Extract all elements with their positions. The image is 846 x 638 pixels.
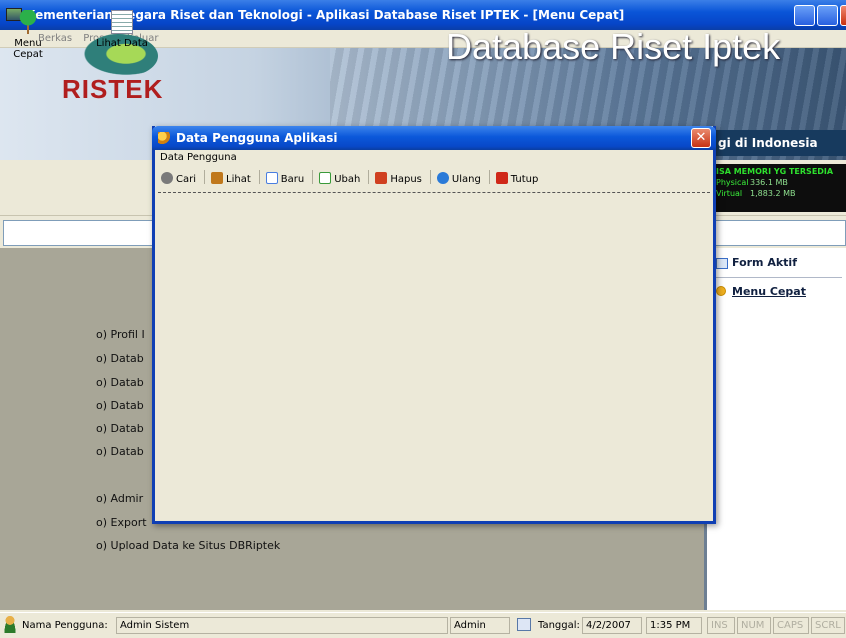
- bullet-icon: [716, 286, 726, 296]
- ulang-label: Ulang: [451, 174, 481, 185]
- toolbar-separator: [204, 170, 205, 184]
- dialog-title: Data Pengguna Aplikasi: [152, 126, 716, 150]
- user-icon: [3, 615, 17, 633]
- menu-cepat-button[interactable]: Menu Cepat: [0, 0, 56, 60]
- memory-heading: ISA MEMORI YG TERSEDIA: [716, 167, 834, 176]
- lihat-label: Lihat: [226, 174, 251, 185]
- form-aktif-heading: Form Aktif: [732, 256, 797, 269]
- edit-icon: [319, 172, 332, 184]
- main-link-upload[interactable]: o) Upload Data ke Situs DBRiptek: [96, 539, 280, 552]
- delete-icon: [375, 172, 388, 184]
- banner-subtitle: gi di Indonesia: [712, 130, 846, 156]
- close-window-button[interactable]: [840, 5, 846, 26]
- dialog-header: Data Pengguna: [160, 152, 237, 163]
- minimize-button[interactable]: [794, 5, 815, 26]
- main-link-database-5[interactable]: o) Datab: [96, 445, 144, 458]
- memory-monitor: ISA MEMORI YG TERSEDIA Physical336.1 MB …: [712, 164, 846, 212]
- toolbar-separator: [488, 170, 490, 184]
- users-icon: [211, 172, 223, 184]
- toolbar-separator: [312, 170, 314, 184]
- maximize-button[interactable]: [817, 5, 838, 26]
- binoculars-icon: [161, 172, 173, 184]
- main-link-database-4[interactable]: o) Datab: [96, 422, 144, 435]
- toolbar-separator: [429, 170, 431, 184]
- main-link-admin[interactable]: o) Admir: [96, 492, 143, 505]
- window-icon: [716, 258, 728, 269]
- document-icon: [111, 10, 133, 34]
- signpost-icon: [17, 10, 39, 34]
- hapus-label: Hapus: [390, 174, 422, 185]
- date-value: 4/2/2007: [582, 617, 642, 634]
- new-document-icon: [265, 172, 278, 184]
- refresh-icon: [436, 172, 449, 184]
- ubah-button[interactable]: Ubah: [316, 170, 363, 190]
- physical-label: Physical: [716, 178, 749, 187]
- menu-cepat-link[interactable]: Menu Cepat: [732, 285, 806, 298]
- tutup-button[interactable]: Tutup: [493, 170, 542, 190]
- hapus-button[interactable]: Hapus: [372, 170, 425, 190]
- physical-value: 336.1 MB: [750, 178, 788, 187]
- time-value: 1:35 PM: [646, 617, 702, 634]
- banner-title: Database Riset Iptek: [446, 26, 781, 67]
- cari-label: Cari: [176, 174, 196, 185]
- close-icon: [495, 172, 508, 184]
- ubah-label: Ubah: [334, 174, 361, 185]
- lihat-button[interactable]: Lihat: [208, 170, 254, 190]
- num-indicator: NUM: [737, 617, 771, 634]
- dialog-users-icon: [158, 132, 170, 144]
- scrl-indicator: SCRL: [811, 617, 845, 634]
- dialog-toolbar: Cari Lihat Baru Ubah Hapus Ulang Tutup: [158, 170, 710, 190]
- main-link-export[interactable]: o) Export: [96, 516, 147, 529]
- calendar-icon: [517, 618, 531, 631]
- lihat-data-button[interactable]: Lihat Data: [94, 0, 150, 56]
- dialog-close-button[interactable]: ✕: [691, 128, 711, 148]
- dialog-divider: [158, 192, 710, 193]
- ulang-button[interactable]: Ulang: [434, 170, 484, 190]
- user-value: Admin Sistem: [116, 617, 448, 634]
- toolbar-separator: [368, 170, 370, 184]
- ins-indicator: INS: [707, 617, 735, 634]
- menu-cepat-label: Menu Cepat: [13, 38, 43, 60]
- baru-label: Baru: [280, 174, 305, 185]
- virtual-label: Virtual: [716, 189, 743, 198]
- lihat-data-label: Lihat Data: [96, 38, 148, 49]
- toolbar-separator: [258, 170, 260, 184]
- virtual-value: 1,883.2 MB: [750, 189, 796, 198]
- main-link-database-3[interactable]: o) Datab: [96, 399, 144, 412]
- caps-indicator: CAPS: [773, 617, 809, 634]
- logo-text: RISTEK: [62, 74, 164, 104]
- right-panel-divider: [714, 277, 842, 278]
- right-panel: [704, 248, 846, 610]
- tutup-label: Tutup: [510, 174, 539, 185]
- role-value: Admin: [450, 617, 510, 634]
- user-label: Nama Pengguna:: [22, 620, 108, 631]
- main-link-profil[interactable]: o) Profil I: [96, 328, 145, 341]
- cari-button[interactable]: Cari: [158, 170, 199, 190]
- baru-button[interactable]: Baru: [263, 170, 307, 190]
- main-link-database-2[interactable]: o) Datab: [96, 376, 144, 389]
- main-link-database-1[interactable]: o) Datab: [96, 352, 144, 365]
- date-label: Tanggal:: [538, 620, 580, 631]
